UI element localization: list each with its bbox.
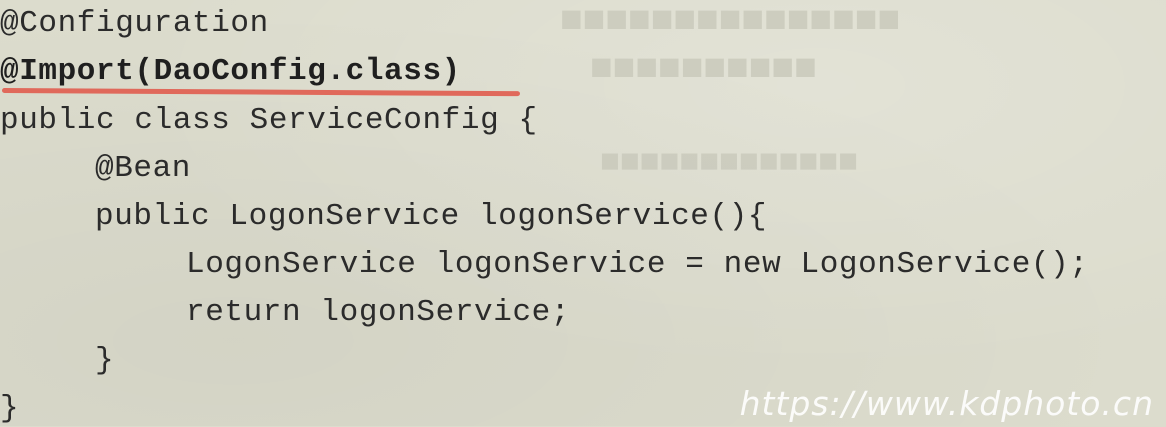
bleed-through-text: ■■■■■■■■■■ <box>590 52 817 80</box>
code-line-method-signature: public LogonService logonService(){ <box>95 199 768 234</box>
watermark: https://www.kdphoto.cn <box>739 384 1154 423</box>
code-line-bean-annotation: @Bean <box>95 151 192 186</box>
code-line-configuration-annotation: @Configuration <box>0 6 269 41</box>
code-line-instantiation: LogonService logonService = new LogonSer… <box>186 247 1089 282</box>
code-line-return-statement: return logonService; <box>186 295 571 330</box>
document-page: ■■■■■■■■■■■■■■■ ■■■■■■■■■■ ■■■■■■■■■■■■■… <box>0 0 1166 426</box>
bleed-through-text: ■■■■■■■■■■■■■ <box>600 148 858 172</box>
code-line-method-closing-brace: } <box>95 343 115 378</box>
code-line-import-annotation: @Import(DaoConfig.class) <box>0 54 461 89</box>
code-line-class-declaration: public class ServiceConfig { <box>0 103 538 138</box>
bleed-through-text: ■■■■■■■■■■■■■■■ <box>560 4 901 32</box>
code-line-class-closing-brace: } <box>0 391 20 426</box>
